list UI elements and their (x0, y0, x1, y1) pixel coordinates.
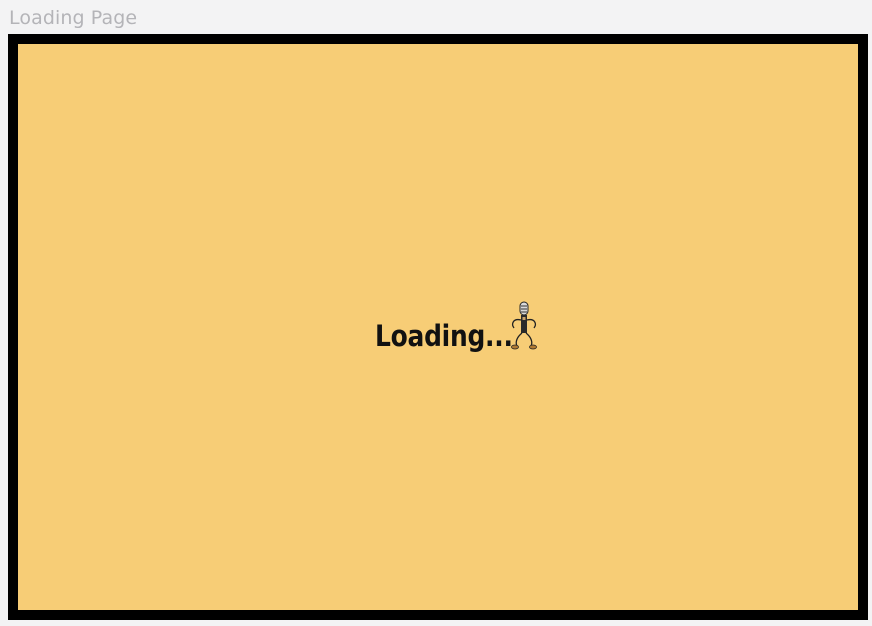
page-title: Loading Page (9, 7, 138, 29)
loading-indicator: Loading... (375, 300, 537, 356)
microphone-character-icon (511, 301, 537, 350)
loading-text: Loading... (375, 319, 513, 353)
loading-canvas: Loading... (8, 34, 868, 620)
